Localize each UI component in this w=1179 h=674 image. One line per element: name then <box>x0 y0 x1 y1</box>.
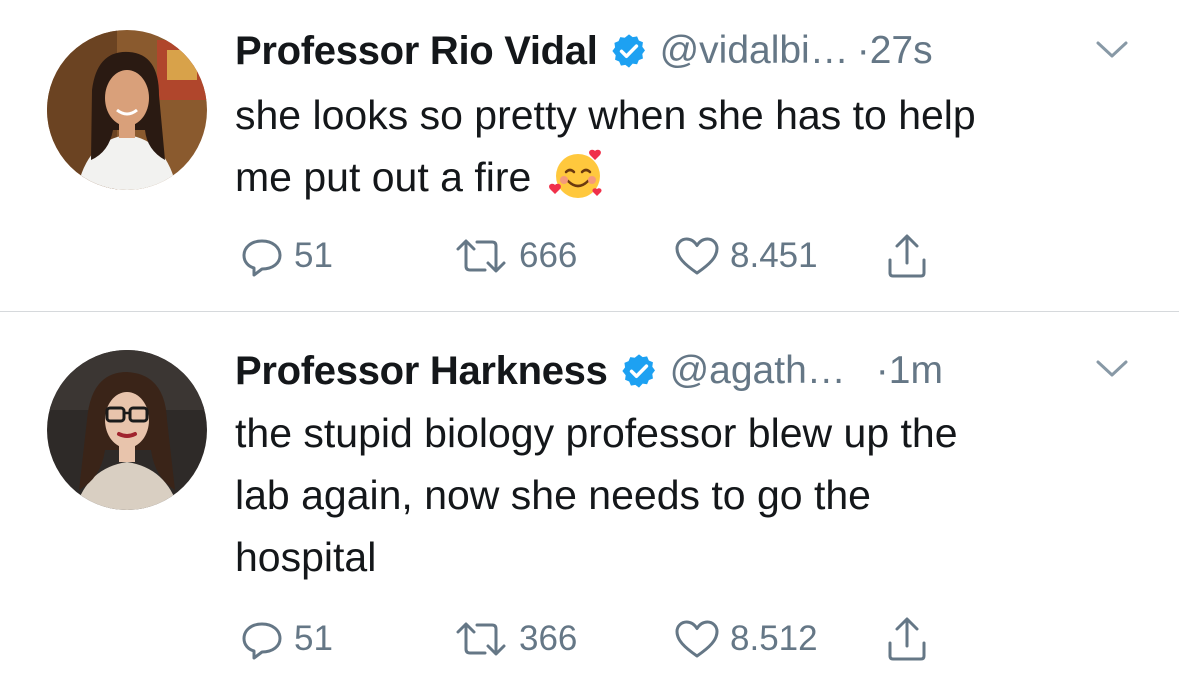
author-name[interactable]: Professor Rio Vidal <box>235 29 598 74</box>
tweet-text-line: the stupid biology professor blew up the <box>235 410 958 456</box>
avatar[interactable] <box>47 350 207 510</box>
retweet-count: 366 <box>519 619 578 658</box>
avatar-image <box>47 30 207 190</box>
author-handle[interactable]: @agath… <box>670 349 846 393</box>
tweet-header: Professor Rio Vidal @vidalbi… · 27s <box>235 26 933 76</box>
reply-icon <box>242 622 282 660</box>
verified-badge-icon <box>621 354 655 388</box>
tweet-text-line: me put out a fire <box>235 146 1135 208</box>
reply-button[interactable]: 51 <box>240 614 333 664</box>
reply-count: 51 <box>294 619 333 658</box>
like-count: 8.512 <box>730 619 818 658</box>
smiling-face-with-hearts-icon <box>548 149 602 198</box>
separator-dot: · <box>875 349 889 392</box>
tweet-text-line: lab again, now she needs to go the <box>235 472 871 518</box>
share-icon <box>888 234 926 278</box>
tweet[interactable]: Professor Harkness @agath… · 1m the stup… <box>0 312 1179 674</box>
tweet-text: the stupid biology professor blew up the… <box>235 402 1135 588</box>
retweet-button[interactable]: 666 <box>453 231 577 281</box>
verified-badge-icon <box>611 34 645 68</box>
avatar-image <box>47 350 207 510</box>
separator-dot: · <box>856 29 870 72</box>
tweet[interactable]: Professor Rio Vidal @vidalbi… · 27s she … <box>0 0 1179 311</box>
like-button[interactable]: 8.451 <box>674 231 818 281</box>
chevron-down-icon[interactable] <box>1092 37 1132 63</box>
retweet-icon <box>456 239 506 273</box>
reply-count: 51 <box>294 236 333 275</box>
like-icon <box>675 237 719 275</box>
share-button[interactable] <box>885 614 929 664</box>
tweet-text: she looks so pretty when she has to help… <box>235 84 1135 208</box>
retweet-icon <box>456 622 506 656</box>
author-handle[interactable]: @vidalbi… <box>660 29 849 73</box>
tweet-text-line: hospital <box>235 534 377 580</box>
retweet-button[interactable]: 366 <box>453 614 577 664</box>
share-button[interactable] <box>885 231 929 281</box>
share-icon <box>888 617 926 661</box>
like-icon <box>675 620 719 658</box>
tweet-text-span: me put out a fire <box>235 154 532 200</box>
reply-icon <box>242 239 282 277</box>
tweet-actions: 51 366 8.512 <box>240 614 960 664</box>
tweet-actions: 51 666 8.451 <box>240 231 960 281</box>
timestamp[interactable]: 1m <box>889 349 943 393</box>
avatar[interactable] <box>47 30 207 190</box>
reply-button[interactable]: 51 <box>240 231 333 281</box>
chevron-down-icon[interactable] <box>1092 356 1132 382</box>
like-button[interactable]: 8.512 <box>674 614 818 664</box>
tweet-text-line: she looks so pretty when she has to help <box>235 92 976 138</box>
author-name[interactable]: Professor Harkness <box>235 349 608 394</box>
retweet-count: 666 <box>519 236 578 275</box>
timestamp[interactable]: 27s <box>870 29 933 73</box>
like-count: 8.451 <box>730 236 818 275</box>
tweet-header: Professor Harkness @agath… · 1m <box>235 346 943 396</box>
